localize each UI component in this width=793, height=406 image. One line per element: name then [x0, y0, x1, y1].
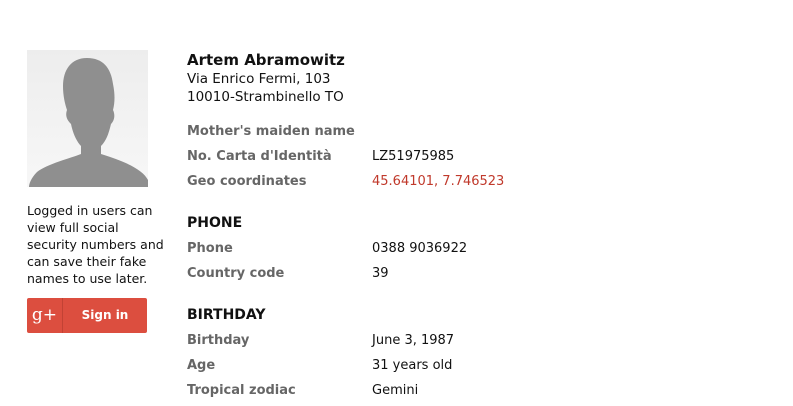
- row-label: No. Carta d'Identità: [187, 149, 332, 164]
- row-age: Age 31 years old: [187, 356, 777, 381]
- row-value: 0388 9036922: [372, 241, 468, 256]
- birthday-section-title: BIRTHDAY: [187, 307, 266, 323]
- signin-label: Sign in: [81, 308, 129, 322]
- row-label: Birthday: [187, 333, 250, 348]
- phone-section-title: PHONE: [187, 215, 243, 231]
- row-label: Age: [187, 358, 216, 373]
- person-details: Artem Abramowitz Via Enrico Fermi, 103 1…: [187, 50, 777, 406]
- row-label: Mother's maiden name: [187, 124, 355, 139]
- row-phone: Phone 0388 9036922: [187, 239, 777, 264]
- row-label: Tropical zodiac: [187, 383, 296, 398]
- identity-rows: Mother's maiden name No. Carta d'Identit…: [187, 122, 777, 197]
- person-name: Artem Abramowitz: [187, 51, 345, 69]
- row-value: 31 years old: [372, 358, 453, 373]
- row-label: Phone: [187, 241, 233, 256]
- row-tropical-zodiac: Tropical zodiac Gemini: [187, 381, 777, 406]
- avatar: [27, 50, 148, 187]
- login-note: Logged in users can view full social sec…: [27, 203, 164, 286]
- row-value: 39: [372, 266, 389, 281]
- row-birthday: Birthday June 3, 1987: [187, 331, 777, 356]
- row-carta-identita: No. Carta d'Identità LZ51975985: [187, 147, 777, 172]
- sidebar: Logged in users can view full social sec…: [27, 50, 167, 333]
- row-label: Country code: [187, 266, 285, 281]
- geo-coordinates-link[interactable]: 45.64101, 7.746523: [372, 172, 504, 192]
- row-value: LZ51975985: [372, 149, 455, 164]
- address-line-2: 10010-Strambinello TO: [187, 89, 344, 105]
- row-geo-coordinates: Geo coordinates 45.64101, 7.746523: [187, 172, 777, 197]
- row-value: Gemini: [372, 383, 419, 398]
- google-plus-signin-button[interactable]: g+ Sign in: [27, 298, 147, 333]
- person-silhouette-icon: [29, 58, 148, 187]
- google-plus-icon: g+: [27, 298, 63, 333]
- row-value: June 3, 1987: [372, 333, 455, 348]
- row-mothers-maiden-name: Mother's maiden name: [187, 122, 777, 147]
- row-country-code: Country code 39: [187, 264, 777, 289]
- address-line-1: Via Enrico Fermi, 103: [187, 71, 331, 87]
- row-label: Geo coordinates: [187, 174, 307, 189]
